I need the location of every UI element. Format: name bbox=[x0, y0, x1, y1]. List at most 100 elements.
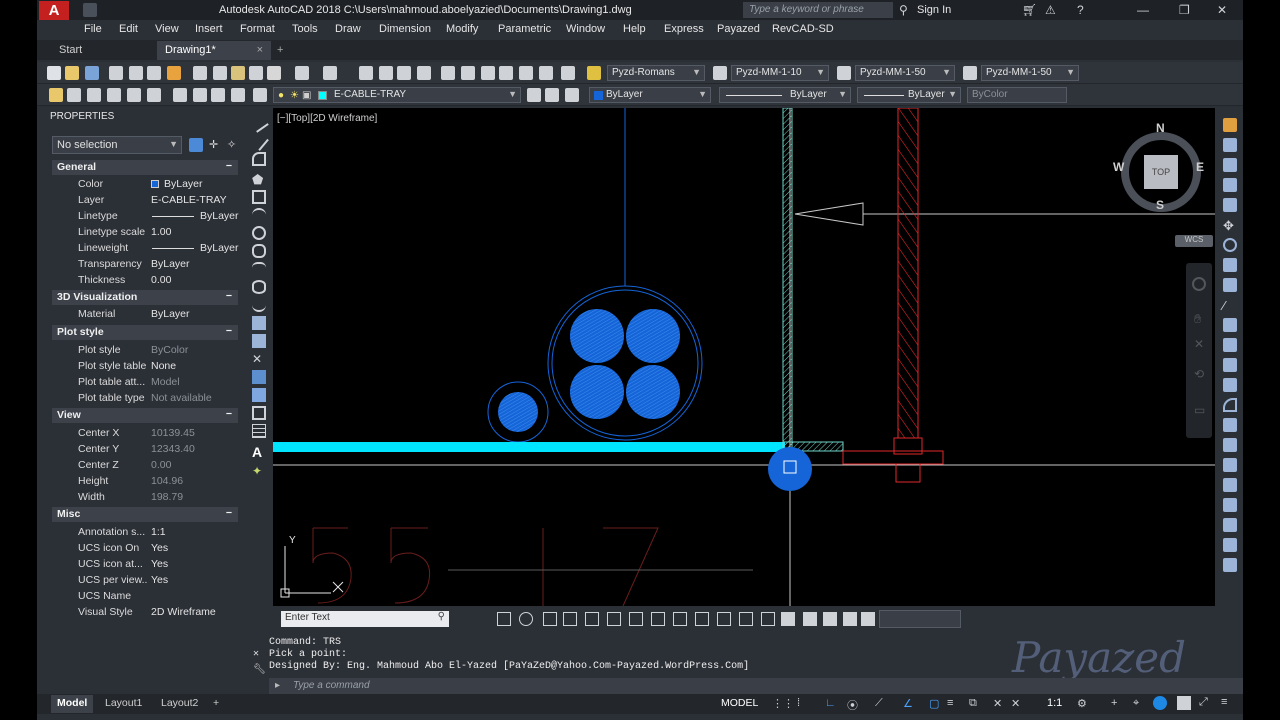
insert-block-icon[interactable] bbox=[252, 316, 266, 330]
tab-layout2[interactable]: Layout2 bbox=[155, 695, 204, 713]
print-icon[interactable] bbox=[109, 66, 123, 80]
prop-row[interactable]: Linetype ByLayer bbox=[52, 208, 239, 224]
compass-w[interactable]: W bbox=[1113, 160, 1124, 174]
quick-select-icon[interactable]: ✧ bbox=[227, 138, 236, 151]
customize-command-icon[interactable]: 🔧︎ bbox=[253, 664, 266, 676]
snap-center-icon[interactable] bbox=[519, 612, 533, 626]
dim-continue-icon[interactable] bbox=[1223, 558, 1237, 572]
prop-row[interactable]: Linetype scale 1.00 bbox=[52, 224, 238, 240]
properties-icon[interactable] bbox=[441, 66, 455, 80]
block-editor-icon[interactable] bbox=[267, 66, 281, 80]
extend-icon[interactable] bbox=[1223, 318, 1237, 332]
layer-isolate-icon[interactable] bbox=[87, 88, 101, 102]
snap-settings-icon[interactable] bbox=[781, 612, 795, 626]
prop-row[interactable]: Transparency ByLayer bbox=[52, 256, 238, 272]
osnap-tracking-icon[interactable]: ∠ bbox=[903, 697, 913, 710]
open-icon[interactable] bbox=[65, 66, 79, 80]
showmotion-icon[interactable]: ▭ bbox=[1194, 403, 1205, 417]
orbit-icon[interactable]: ⟲ bbox=[1194, 367, 1204, 381]
lineweight-combo[interactable]: ByLayer ▼ bbox=[857, 87, 961, 103]
compass-s[interactable]: S bbox=[1156, 198, 1164, 212]
layer-merge-icon[interactable] bbox=[231, 88, 245, 102]
menu-edit[interactable]: Edit bbox=[119, 23, 138, 35]
zoom-extents-icon[interactable]: ✕ bbox=[1194, 337, 1204, 351]
mleader-style-icon[interactable] bbox=[963, 66, 977, 80]
dim-linear-icon[interactable] bbox=[1223, 438, 1237, 452]
save-icon[interactable] bbox=[85, 66, 99, 80]
layer-delete-icon[interactable] bbox=[253, 88, 267, 102]
compass-e[interactable]: E bbox=[1196, 160, 1204, 174]
ellipse-icon[interactable] bbox=[252, 280, 266, 294]
polyline-icon[interactable] bbox=[252, 152, 266, 166]
draw-order-icon[interactable] bbox=[803, 612, 817, 626]
model-space-toggle[interactable]: MODEL bbox=[721, 697, 758, 709]
binoculars-icon[interactable]: ⚲ bbox=[899, 3, 908, 17]
workspace-gear-icon[interactable]: ⚙︎ bbox=[1077, 697, 1087, 710]
preview-icon[interactable] bbox=[129, 66, 143, 80]
hatch-icon[interactable] bbox=[252, 370, 266, 384]
break-icon[interactable] bbox=[1223, 338, 1237, 352]
copy-icon[interactable] bbox=[213, 66, 227, 80]
erase-icon[interactable] bbox=[1223, 118, 1237, 132]
prop-row[interactable]: UCS icon On Yes bbox=[52, 540, 238, 556]
snap-endpoint-icon[interactable] bbox=[497, 612, 511, 626]
snap-parallel-icon[interactable] bbox=[717, 612, 731, 626]
new-tab-button[interactable]: + bbox=[269, 41, 291, 60]
table-style-icon[interactable] bbox=[837, 66, 851, 80]
wcs-menu[interactable]: WCS bbox=[1175, 235, 1213, 247]
make-current-icon[interactable] bbox=[527, 88, 541, 102]
new-icon[interactable] bbox=[47, 66, 61, 80]
menu-parametric[interactable]: Parametric bbox=[498, 23, 551, 35]
dim-style-combo[interactable]: Pyzd-MM-1-10 ▼ bbox=[731, 65, 829, 81]
rotate-icon[interactable] bbox=[1223, 238, 1237, 252]
prop-row[interactable]: Plot table type Not available bbox=[52, 390, 238, 406]
prop-row[interactable]: Height 104.96 bbox=[52, 473, 238, 489]
close-command-icon[interactable]: ✕ bbox=[253, 648, 259, 660]
prop-row[interactable]: Width 198.79 bbox=[52, 489, 238, 505]
units-icon[interactable]: ⌖ bbox=[1133, 697, 1139, 710]
exchange-icon[interactable]: ⚠︎ bbox=[1045, 3, 1056, 17]
snap-insert-icon[interactable] bbox=[695, 612, 709, 626]
polar-icon[interactable]: ⦿ bbox=[847, 697, 858, 713]
menu-draw[interactable]: Draw bbox=[335, 23, 361, 35]
gradient-icon[interactable] bbox=[252, 388, 266, 402]
close-icon[interactable]: ✕ bbox=[1217, 3, 1227, 17]
menu-revcad[interactable]: RevCAD-SD bbox=[772, 23, 834, 35]
command-input[interactable]: ▸ Type a command bbox=[269, 678, 1243, 695]
snap-mode-icon[interactable]: ⁞ bbox=[797, 697, 800, 709]
snap-midpoint-icon[interactable] bbox=[543, 612, 557, 626]
menu-tools[interactable]: Tools bbox=[292, 23, 318, 35]
menu-payazed[interactable]: Payazed bbox=[717, 23, 760, 35]
auto-scale-icon[interactable]: ✕ bbox=[1011, 697, 1020, 710]
snap-extension-icon[interactable] bbox=[739, 612, 753, 626]
explode-icon[interactable] bbox=[1223, 418, 1237, 432]
tab-drawing1[interactable]: Drawing1* × bbox=[157, 41, 271, 60]
line-icon[interactable] bbox=[249, 113, 269, 133]
zoom-realtime-icon[interactable] bbox=[379, 66, 393, 80]
snap-tangent-icon[interactable] bbox=[629, 612, 643, 626]
layer-previous-state-icon[interactable] bbox=[545, 88, 559, 102]
tab-start[interactable]: Start bbox=[51, 41, 90, 60]
spline-icon[interactable] bbox=[252, 262, 266, 276]
section-plot-style[interactable]: Plot style − bbox=[52, 325, 238, 340]
steering-wheel-icon[interactable] bbox=[1192, 277, 1206, 291]
pan-icon[interactable] bbox=[359, 66, 373, 80]
grid-icon[interactable]: ⋮⋮ bbox=[772, 697, 794, 710]
snap-intersection-icon[interactable] bbox=[563, 612, 577, 626]
3d-print-icon[interactable] bbox=[167, 66, 181, 80]
autocad-logo[interactable]: A bbox=[39, 1, 69, 20]
navigation-bar[interactable]: ✋︎ ✕ ⟲ ▭ bbox=[1186, 263, 1212, 438]
menu-window[interactable]: Window bbox=[566, 23, 605, 35]
selection-cycling-icon[interactable]: ⧉ bbox=[969, 697, 977, 710]
chamfer-icon[interactable] bbox=[1223, 378, 1237, 392]
snap-quadrant-icon[interactable] bbox=[673, 612, 687, 626]
join-icon[interactable] bbox=[1223, 358, 1237, 372]
viewport-controls[interactable]: [−][Top][2D Wireframe] bbox=[277, 113, 377, 124]
menu-insert[interactable]: Insert bbox=[195, 23, 223, 35]
tab-layout1[interactable]: Layout1 bbox=[99, 695, 148, 713]
prop-row[interactable]: UCS Name bbox=[52, 588, 238, 604]
prop-row[interactable]: Center Z 0.00 bbox=[52, 457, 238, 473]
lineweight-display-icon[interactable]: ≡ bbox=[947, 697, 953, 709]
menu-help[interactable]: Help bbox=[623, 23, 646, 35]
array-icon[interactable] bbox=[1223, 198, 1237, 212]
